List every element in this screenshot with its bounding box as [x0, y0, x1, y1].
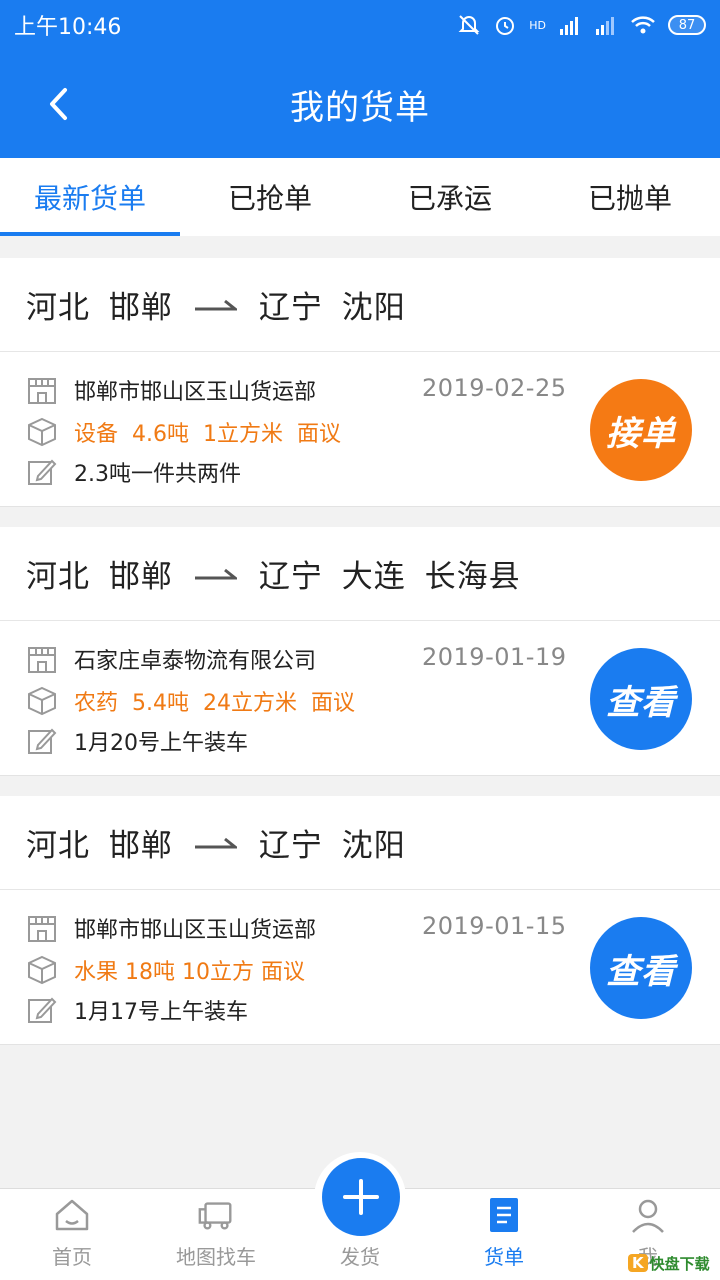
view-order-button[interactable]: 查看 — [590, 648, 692, 750]
status-icons: HD 87 — [457, 13, 706, 37]
wifi-icon — [631, 16, 655, 34]
chevron-left-icon — [50, 88, 67, 120]
note-line: 1月17号上午装车 — [26, 992, 248, 1028]
battery-icon: 87 — [668, 15, 706, 35]
order-card[interactable]: 河北 邯郸 辽宁 沈阳 邯郸市邯山区玉山货运部 水果 18吨 10立方 面议 1… — [0, 796, 720, 1045]
order-note: 1月20号上午装车 — [74, 731, 248, 756]
nav-home[interactable]: 首页 — [0, 1189, 144, 1280]
route-origin: 河北 邯郸 — [26, 290, 173, 326]
order-date: 2019-02-25 — [422, 374, 567, 402]
arrow-right-icon — [194, 835, 237, 851]
accept-order-button[interactable]: 接单 — [590, 379, 692, 481]
order-card[interactable]: 河北 邯郸 辽宁 沈阳 邯郸市邯山区玉山货运部 设备 4.6吨 1立方米 面议 — [0, 258, 720, 507]
truck-icon — [196, 1195, 236, 1235]
package-icon — [26, 954, 58, 986]
order-route: 河北 邯郸 辽宁 大连 长海县 — [0, 527, 720, 621]
cargo-line: 设备 4.6吨 1立方米 面议 — [26, 414, 341, 450]
order-detail: 邯郸市邯山区玉山货运部 设备 4.6吨 1立方米 面议 2.3吨一件共两件 20… — [0, 352, 720, 506]
store-icon — [26, 912, 58, 944]
order-note: 2.3吨一件共两件 — [74, 462, 241, 487]
order-route: 河北 邯郸 辽宁 沈阳 — [0, 258, 720, 352]
route-origin: 河北 邯郸 — [26, 559, 173, 595]
nav-map-find-truck[interactable]: 地图找车 — [144, 1189, 288, 1280]
status-time: 上午10:46 — [14, 15, 122, 40]
watermark-logo: K 快盘下载 — [628, 1248, 720, 1278]
note-line: 1月20号上午装车 — [26, 723, 248, 759]
watermark-text: 快盘下载 — [649, 1254, 710, 1273]
store-icon — [26, 643, 58, 675]
arrow-right-icon — [194, 566, 237, 582]
tab-in-transport[interactable]: 已承运 — [360, 158, 540, 236]
arrow-right-icon — [194, 297, 237, 313]
edit-icon — [26, 725, 58, 757]
order-detail: 邯郸市邯山区玉山货运部 水果 18吨 10立方 面议 1月17号上午装车 201… — [0, 890, 720, 1044]
order-route: 河北 邯郸 辽宁 沈阳 — [0, 796, 720, 890]
order-date: 2019-01-19 — [422, 643, 567, 671]
view-order-button[interactable]: 查看 — [590, 917, 692, 1019]
order-date: 2019-01-15 — [422, 912, 567, 940]
edit-icon — [26, 456, 58, 488]
nav-label: 首页 — [52, 1245, 92, 1269]
route-destination: 辽宁 大连 长海县 — [258, 559, 521, 595]
cargo-info: 水果 18吨 10立方 面议 — [74, 960, 305, 985]
nav-label: 发货 — [340, 1245, 380, 1269]
company-name: 邯郸市邯山区玉山货运部 — [74, 380, 317, 405]
cargo-line: 农药 5.4吨 24立方米 面议 — [26, 683, 355, 719]
route-destination: 辽宁 沈阳 — [258, 290, 406, 326]
title-bar: 我的货单 — [0, 50, 720, 158]
mute-bell-icon — [458, 15, 480, 35]
cargo-info: 农药 5.4吨 24立方米 面议 — [74, 691, 355, 716]
nav-label: 货单 — [484, 1245, 524, 1269]
status-bar: 上午10:46 HD 87 — [0, 0, 720, 50]
package-icon — [26, 416, 58, 448]
tab-dropped-orders[interactable]: 已抛单 — [540, 158, 720, 236]
company-line: 邯郸市邯山区玉山货运部 — [26, 910, 316, 946]
page-title: 我的货单 — [290, 87, 430, 128]
store-icon — [26, 374, 58, 406]
cargo-line: 水果 18吨 10立方 面议 — [26, 952, 305, 988]
edit-icon — [26, 994, 58, 1026]
signal-icon — [560, 17, 578, 35]
nav-label: 地图找车 — [176, 1245, 256, 1269]
order-card[interactable]: 河北 邯郸 辽宁 大连 长海县 石家庄卓泰物流有限公司 农药 5.4吨 24立方… — [0, 527, 720, 776]
home-icon — [52, 1195, 92, 1235]
nav-orders[interactable]: 货单 — [432, 1189, 576, 1280]
user-icon — [628, 1195, 668, 1235]
document-icon — [484, 1195, 524, 1235]
package-icon — [26, 685, 58, 717]
plus-icon — [343, 1179, 379, 1215]
company-line: 邯郸市邯山区玉山货运部 — [26, 372, 316, 408]
tab-latest-orders[interactable]: 最新货单 — [0, 158, 180, 236]
company-name: 石家庄卓泰物流有限公司 — [74, 649, 317, 674]
company-name: 邯郸市邯山区玉山货运部 — [74, 918, 317, 943]
cargo-info: 设备 4.6吨 1立方米 面议 — [74, 422, 341, 447]
post-goods-button[interactable] — [322, 1158, 400, 1236]
alarm-icon — [496, 17, 515, 35]
order-note: 1月17号上午装车 — [74, 1000, 248, 1025]
order-list: 河北 邯郸 辽宁 沈阳 邯郸市邯山区玉山货运部 设备 4.6吨 1立方米 面议 — [0, 258, 720, 1065]
watermark-badge: K — [628, 1254, 648, 1272]
route-origin: 河北 邯郸 — [26, 828, 173, 864]
tab-bar: 最新货单 已抢单 已承运 已抛单 — [0, 158, 720, 236]
order-detail: 石家庄卓泰物流有限公司 农药 5.4吨 24立方米 面议 1月20号上午装车 2… — [0, 621, 720, 775]
signal-icon-2 — [596, 17, 614, 35]
company-line: 石家庄卓泰物流有限公司 — [26, 641, 316, 677]
note-line: 2.3吨一件共两件 — [26, 454, 241, 490]
tab-grabbed-orders[interactable]: 已抢单 — [180, 158, 360, 236]
back-button[interactable] — [38, 82, 78, 126]
route-destination: 辽宁 沈阳 — [258, 828, 406, 864]
network-label: HD — [529, 18, 546, 32]
